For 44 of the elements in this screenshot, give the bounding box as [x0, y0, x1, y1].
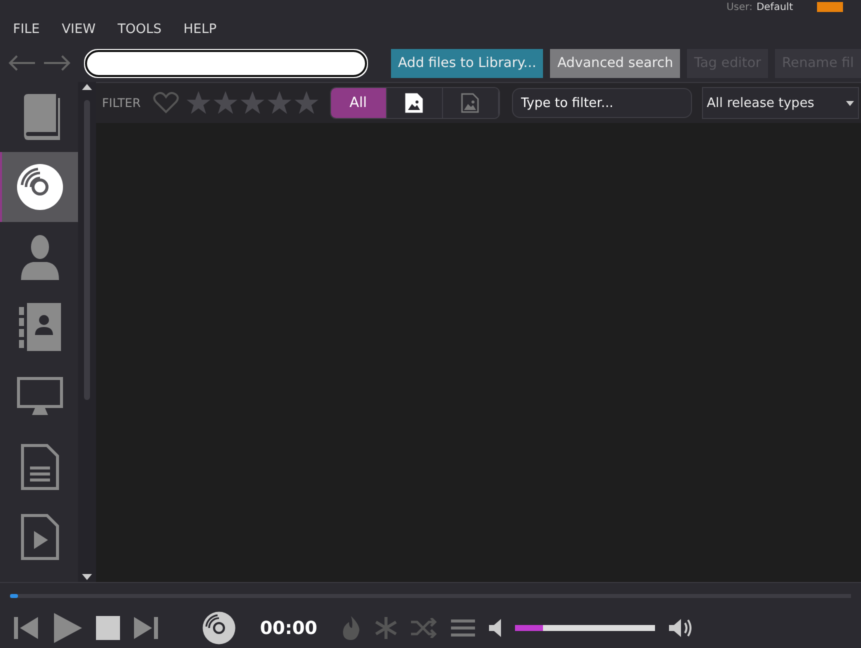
next-icon[interactable] [134, 617, 158, 639]
caret-icon [846, 100, 854, 106]
toolbar-button[interactable]: Add files to Library... [391, 48, 544, 78]
play-icon[interactable] [52, 613, 82, 643]
video-file-icon [21, 514, 59, 560]
sidebar-item[interactable] [0, 152, 78, 222]
star-icon[interactable] [238, 90, 266, 116]
person-icon [21, 234, 59, 280]
volume-slider[interactable] [515, 625, 656, 631]
star-icon[interactable] [266, 90, 293, 116]
release-type-dropdown[interactable]: All release types [702, 87, 859, 119]
contacts-icon [19, 303, 61, 351]
volume-low-icon[interactable] [489, 619, 502, 637]
scrollbar-thumb[interactable] [84, 100, 90, 400]
app-logo [817, 2, 843, 12]
filter-segment[interactable]: All [330, 88, 387, 118]
star-icon[interactable] [184, 90, 212, 116]
scroll-up-icon[interactable] [82, 84, 92, 90]
monitor-icon [17, 377, 63, 417]
image-file-icon [461, 93, 480, 113]
previous-icon[interactable] [14, 617, 38, 639]
time-display: 00:00 [260, 618, 318, 638]
image-file-icon [405, 93, 424, 113]
menu-item[interactable]: FILE [13, 22, 40, 36]
menu-item[interactable]: TOOLS [118, 22, 162, 36]
document-icon [21, 444, 59, 490]
disc-icon [16, 163, 64, 211]
back-arrow-icon[interactable] [8, 55, 36, 71]
toolbar-button[interactable]: Advanced search [550, 48, 680, 78]
volume-high-icon[interactable] [669, 618, 694, 638]
filter-segment[interactable] [386, 88, 443, 118]
user-label: User: [726, 2, 752, 12]
scroll-down-icon[interactable] [82, 574, 92, 580]
disc-icon[interactable] [202, 611, 236, 645]
menu-item[interactable]: VIEW [62, 22, 96, 36]
filter-field[interactable]: Type to filter... [512, 88, 692, 118]
user-name[interactable]: Default [756, 2, 793, 12]
star-icon[interactable] [212, 90, 239, 116]
star-icon[interactable] [292, 90, 320, 116]
list-icon[interactable] [451, 618, 476, 638]
menu-item[interactable]: HELP [183, 22, 217, 36]
forward-arrow-icon[interactable] [43, 55, 71, 71]
search-field[interactable] [86, 50, 366, 76]
filter-label: FILTER [102, 96, 141, 110]
